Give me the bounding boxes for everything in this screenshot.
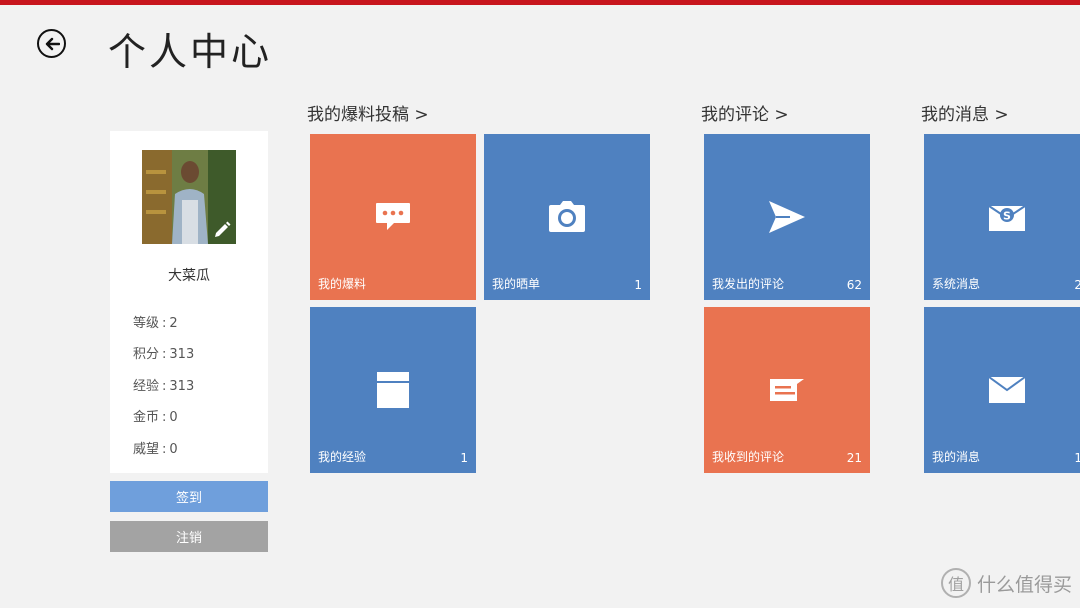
user-name: 大菜瓜 [168, 268, 210, 284]
tile-label: 系统消息 [932, 277, 981, 291]
watermark-text: 什么值得买 [976, 573, 1072, 596]
tile-count: 21 [846, 451, 862, 465]
chat-bubble-icon [376, 203, 410, 230]
section-title-messages[interactable]: 我的消息 > [921, 100, 1009, 125]
stat-value: 313 [169, 347, 195, 362]
back-arrow-icon [45, 37, 60, 50]
tile-count: 2 [1074, 278, 1080, 292]
stat-prestige: 威望:0 [133, 442, 178, 457]
stat-value: 0 [169, 410, 178, 425]
comment-icon [770, 379, 804, 401]
logout-button[interactable]: 注销 [110, 521, 268, 552]
dollar-envelope-icon: S [988, 205, 1026, 231]
camera-icon [549, 201, 585, 232]
stat-label: 等级 [133, 316, 160, 331]
top-accent-bar [0, 0, 1080, 5]
tile-my-showcase[interactable]: 我的晒单 1 [484, 134, 650, 300]
tile-label: 我发出的评论 [712, 277, 785, 291]
tile-count: 62 [846, 278, 862, 292]
tile-count: 1 [460, 451, 468, 465]
stat-label: 经验 [133, 379, 160, 394]
avatar[interactable] [142, 150, 236, 244]
back-button[interactable] [37, 29, 66, 58]
profile-card: 大菜瓜 等级:2 积分:313 经验:313 金币:0 威望:0 [110, 131, 268, 473]
section-title-submissions[interactable]: 我的爆料投稿 > [307, 100, 429, 125]
tile-count: 1 [1074, 451, 1080, 465]
svg-text:S: S [1003, 210, 1011, 223]
section-title-comments[interactable]: 我的评论 > [701, 100, 789, 125]
tile-label: 我的经验 [318, 450, 367, 464]
tile-count: 1 [634, 278, 642, 292]
envelope-icon [988, 376, 1026, 403]
tile-label: 我的晒单 [492, 277, 541, 291]
stat-gold: 金币:0 [133, 410, 178, 425]
stat-value: 2 [169, 316, 178, 331]
stat-label: 威望 [133, 442, 160, 457]
tile-received-comments[interactable]: 我收到的评论 21 [704, 307, 870, 473]
tile-my-submissions[interactable]: 我的爆料 [310, 134, 476, 300]
watermark-logo-icon: 值 [940, 568, 971, 598]
tile-label: 我的消息 [932, 450, 981, 464]
tile-system-messages[interactable]: S 系统消息 2 [924, 134, 1080, 300]
watermark: 值 什么值得买 [940, 568, 1072, 598]
tile-my-experience[interactable]: 我的经验 1 [310, 307, 476, 473]
tile-label: 我的爆料 [318, 277, 367, 291]
send-icon [769, 201, 805, 233]
stat-value: 0 [169, 442, 178, 457]
edit-pencil-icon[interactable] [212, 220, 232, 240]
stat-value: 313 [169, 379, 195, 394]
stat-label: 金币 [133, 410, 160, 425]
tile-my-messages[interactable]: 我的消息 1 [924, 307, 1080, 473]
stat-points: 积分:313 [133, 347, 195, 362]
stat-label: 积分 [133, 347, 160, 362]
page-title: 个人中心 [108, 30, 273, 74]
checkin-button[interactable]: 签到 [110, 481, 268, 512]
stat-experience: 经验:313 [133, 379, 195, 394]
stat-level: 等级:2 [133, 316, 178, 331]
tile-sent-comments[interactable]: 我发出的评论 62 [704, 134, 870, 300]
tile-label: 我收到的评论 [712, 450, 785, 464]
box-icon [377, 372, 409, 408]
